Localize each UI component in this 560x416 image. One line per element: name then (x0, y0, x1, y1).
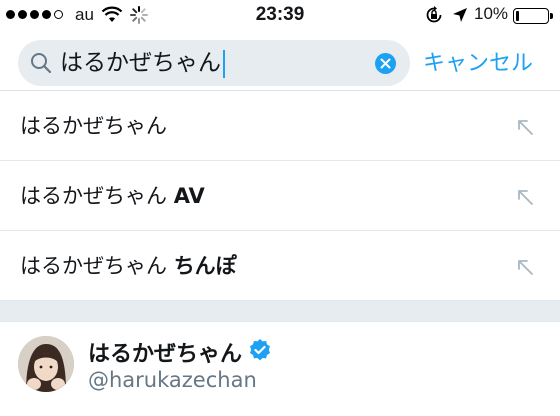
search-input[interactable]: はるかぜちゃん (60, 46, 225, 80)
search-input-value: はるかぜちゃん (60, 50, 221, 76)
search-bar[interactable]: はるかぜちゃん (18, 40, 410, 86)
suggestion-text: はるかぜちゃん AV (20, 184, 205, 208)
clear-icon (380, 58, 391, 69)
clear-search-button[interactable] (375, 53, 396, 74)
text-caret (223, 49, 225, 78)
verified-badge-icon (250, 339, 270, 361)
rotation-lock-icon (426, 6, 442, 23)
status-bar: au 23:39 10% (0, 0, 560, 32)
suggestion-item[interactable]: はるかぜちゃん ちんぽ (0, 230, 560, 300)
suggestion-text: はるかぜちゃん (20, 114, 167, 138)
user-handle: @harukazechan (88, 368, 257, 392)
cancel-button[interactable]: キャンセル (423, 45, 533, 77)
arrow-up-left-icon[interactable] (516, 188, 534, 206)
search-icon (31, 53, 52, 74)
user-result-row[interactable]: はるかぜちゃん @harukazechan (0, 322, 560, 416)
suggestion-item[interactable]: はるかぜちゃん (0, 90, 560, 160)
suggestion-text: はるかぜちゃん ちんぽ (20, 254, 237, 278)
battery-icon (513, 8, 553, 24)
arrow-up-left-icon[interactable] (516, 258, 534, 276)
suggestion-list: はるかぜちゃん はるかぜちゃん AV はるかぜちゃん ちんぽ (0, 90, 560, 300)
suggestion-item[interactable]: はるかぜちゃん AV (0, 160, 560, 230)
avatar[interactable] (18, 336, 74, 392)
location-arrow-icon (453, 8, 467, 22)
user-display-name: はるかぜちゃん (88, 342, 243, 367)
battery-level-fill (516, 11, 519, 21)
arrow-up-left-icon[interactable] (516, 118, 534, 136)
section-divider (0, 300, 560, 322)
battery-percentage: 10% (474, 4, 509, 23)
